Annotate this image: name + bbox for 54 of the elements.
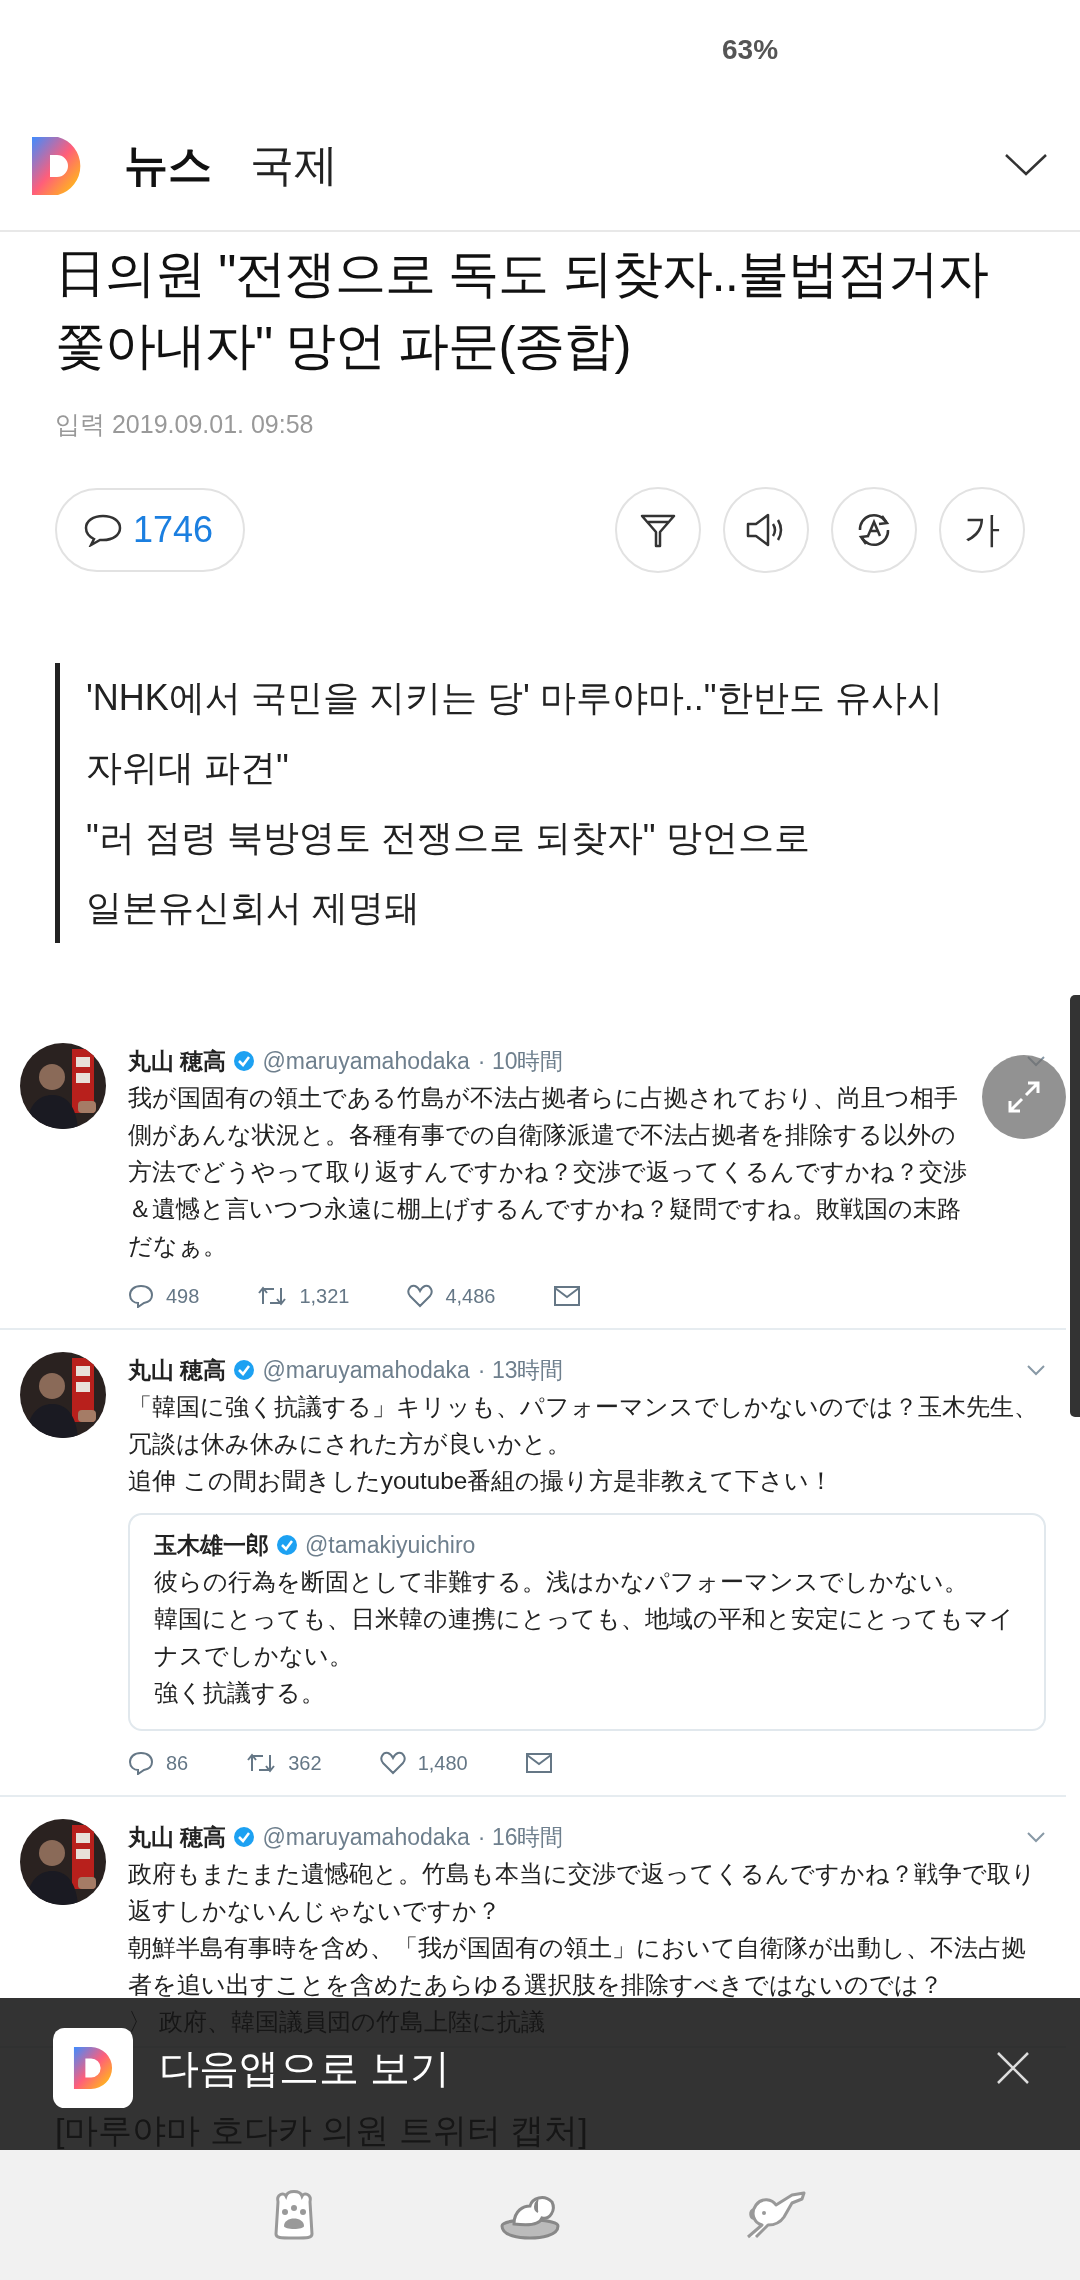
font-size-button[interactable]: 가 xyxy=(939,487,1025,573)
author-handle: @maruyamahodaka xyxy=(262,1356,470,1384)
author-name: 玉木雄一郎 xyxy=(154,1530,269,1560)
reply-count: 498 xyxy=(166,1284,200,1308)
tweet-text: 追伸 この間お聞きしたyoutube番組の撮り方是非教えて下さい！ xyxy=(128,1466,835,1496)
tweet-time: · 16時間 xyxy=(477,1822,564,1852)
tweet-text: 政府もまたまた遺憾砲と。竹島も本当に交渉で返ってくるんですかね？戦争で取り返すしかないんじゃないですか？ xyxy=(128,1859,1037,1926)
tweet-text: 我が国固有の領土である竹島が不法占拠者らに占拠されており、尚且つ相手側があんな状況と。各種有事での自衛隊派遣で不法占拠者を排除する以外の方法でどうやって取り返すんですかね？交渉で返ってくるんですかね？交渉＆遺憾と言いつつ永遠に棚上げするんですかね？疑問ですね。敗戦国の末路だなぁ。 xyxy=(128,1083,968,1261)
app-logo-icon[interactable] xyxy=(53,2028,133,2108)
verified-badge-icon xyxy=(277,1535,297,1555)
verified-badge-icon xyxy=(234,1827,255,1847)
verified-badge-icon xyxy=(234,1360,255,1380)
article-date: 입력 2019.09.01. 09:58 xyxy=(55,409,315,440)
like-count: 1,480 xyxy=(417,1751,468,1775)
comment-button[interactable]: 1746 xyxy=(55,488,246,572)
tweet-text: 「韓国に強く抗議する」キリッも、パフォーマンスでしかないのでは？玉木先生、冗談は休み休みにされた方が良いかと。 xyxy=(128,1392,1039,1459)
paw-icon[interactable] xyxy=(272,2190,316,2240)
retweet-icon xyxy=(246,1752,277,1774)
heart-icon xyxy=(379,1751,406,1775)
open-in-app-link[interactable]: 다음앱으로 보기 xyxy=(159,2044,451,2092)
close-icon[interactable] xyxy=(996,2051,1030,2085)
battery-level: 63% xyxy=(722,34,779,66)
tweet-time: · 10時間 xyxy=(477,1046,564,1076)
reply-icon xyxy=(128,1284,154,1308)
verified-badge-icon xyxy=(234,1051,255,1071)
retweet-icon xyxy=(257,1285,288,1307)
speech-bubble-icon xyxy=(83,513,123,547)
chevron-down-icon[interactable] xyxy=(1004,153,1048,177)
retweet-count: 1,321 xyxy=(299,1284,350,1308)
tweet-text: 韓国にとっても、日米韓の連携にとっても、地域の平和と安定にとってもマイナスでしかない。 xyxy=(154,1604,1015,1671)
heart-icon xyxy=(407,1284,434,1308)
envelope-icon xyxy=(525,1753,552,1773)
envelope-icon xyxy=(553,1286,580,1306)
author-name: 丸山 穂高 xyxy=(128,1355,227,1385)
author-name: 丸山 穂高 xyxy=(128,1046,227,1076)
tweet-text: 朝鮮半島有事時を含め、「我が国固有の領土」において自衛隊が出動し、不法占拠者を追い出すことを含めたあらゆる選択肢を排除すべきではないのでは？ xyxy=(128,1933,1027,2000)
author-handle: @maruyamahodaka xyxy=(262,1823,470,1851)
author-handle: @tamakiyuichiro xyxy=(305,1531,476,1559)
article-title: 日의원 "전쟁으로 독도 되찾자..불법점거자 쫓아내자" 망언 파문(종합) xyxy=(55,244,989,376)
category-title[interactable]: 국제 xyxy=(250,135,338,195)
summary-line: "러 점령 북방영토 전쟁으로 되찾자" 망언으로 일본유신회서 제명돼 xyxy=(86,816,811,930)
like-count: 4,486 xyxy=(445,1284,496,1308)
chevron-down-icon xyxy=(1026,1831,1046,1843)
chevron-down-icon xyxy=(1026,1364,1046,1376)
tweet-time: · 13時間 xyxy=(477,1355,564,1385)
author-handle: @maruyamahodaka xyxy=(262,1047,470,1075)
tweet-text: 強く抗議する。 xyxy=(154,1678,326,1708)
reply-count: 86 xyxy=(166,1751,189,1775)
section-title[interactable]: 뉴스 xyxy=(124,135,212,195)
summary-line: 'NHK에서 국민을 지키는 당' 마루야마.."한반도 유사시 자위대 파견" xyxy=(86,676,944,790)
retweet-count: 362 xyxy=(288,1751,322,1775)
tweet-text: 彼らの行為を断固として非難する。浅はかなパフォーマンスでしかない。 xyxy=(154,1567,969,1597)
reply-icon xyxy=(128,1751,154,1775)
author-name: 丸山 穂高 xyxy=(128,1822,227,1852)
